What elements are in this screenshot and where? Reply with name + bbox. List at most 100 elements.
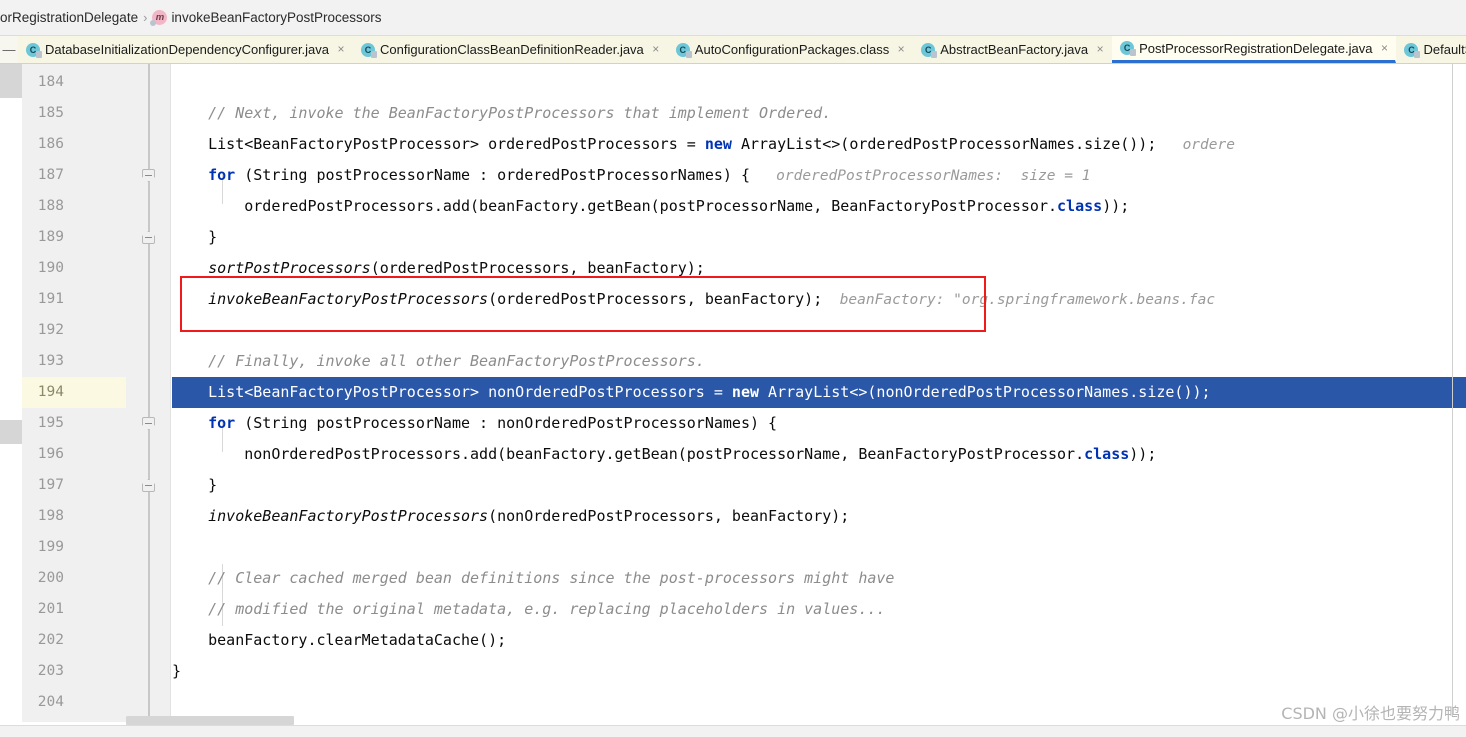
line-number[interactable]: 196 [22, 439, 126, 470]
code-token: (orderedPostProcessors, beanFactory); [370, 259, 705, 277]
fold-down-icon[interactable] [142, 169, 155, 182]
class-icon: C [1120, 41, 1137, 56]
vertical-scrollbar-thumb[interactable] [0, 64, 22, 98]
code-line[interactable]: orderedPostProcessors.add(beanFactory.ge… [172, 191, 1466, 222]
code-line[interactable]: } [172, 222, 1466, 253]
code-line[interactable]: // Finally, invoke all other BeanFactory… [172, 346, 1466, 377]
breadcrumb-item-method[interactable]: invokeBeanFactoryPostProcessors [171, 0, 381, 35]
close-icon[interactable]: × [896, 36, 906, 63]
horizontal-scrollbar[interactable] [126, 716, 1466, 725]
fold-down-icon[interactable] [142, 417, 155, 430]
code-comment: // Next, invoke the BeanFactoryPostProce… [208, 104, 832, 122]
code-line[interactable]: for (String postProcessorName : nonOrder… [172, 408, 1466, 439]
close-icon[interactable]: × [1379, 36, 1389, 62]
line-number[interactable]: 185 [22, 98, 126, 129]
line-number[interactable]: 186 [22, 129, 126, 160]
editor-tab-1[interactable]: C ConfigurationClassBeanDefinitionReader.… [353, 36, 668, 63]
code-editor[interactable]: 184 185 186 187 188 189 190 191 192 193 194 195 196 1… [0, 64, 1466, 722]
line-number[interactable]: 187 [22, 160, 126, 191]
line-number[interactable]: 193 [22, 346, 126, 377]
code-line[interactable]: List<BeanFactoryPostProcessor> orderedPo… [172, 129, 1466, 160]
code-line[interactable]: invokeBeanFactoryPostProcessors(orderedP… [172, 284, 1466, 315]
editor-tab-4[interactable]: C PostProcessorRegistrationDelegate.java × [1112, 36, 1397, 63]
line-number[interactable]: 189 [22, 222, 126, 253]
code-folding-strip[interactable] [126, 64, 171, 722]
line-number[interactable]: 197 [22, 470, 126, 501]
code-line[interactable]: invokeBeanFactoryPostProcessors(nonOrder… [172, 501, 1466, 532]
code-line[interactable]: for (String postProcessorName : orderedP… [172, 160, 1466, 191]
fold-up-icon[interactable] [142, 479, 155, 492]
code-token: )); [1102, 197, 1130, 215]
editor-tab-label: AutoConfigurationPackages.class [694, 42, 890, 57]
line-number[interactable]: 201 [22, 594, 126, 625]
code-line[interactable] [172, 532, 1466, 563]
fold-guide-line [148, 64, 150, 722]
code-line[interactable]: // Clear cached merged bean definitions … [172, 563, 1466, 594]
code-line[interactable]: beanFactory.clearMetadataCache(); [172, 625, 1466, 656]
code-line[interactable]: // modified the original metadata, e.g. … [172, 594, 1466, 625]
code-line[interactable] [172, 687, 1466, 718]
breadcrumb-item-class[interactable]: orRegistrationDelegate [0, 0, 138, 35]
code-line[interactable]: sortPostProcessors(orderedPostProcessors… [172, 253, 1466, 284]
line-number[interactable]: 192 [22, 315, 126, 346]
tab-scroll-left-button[interactable]: — [0, 36, 18, 63]
editor-tab-2[interactable]: C AutoConfigurationPackages.class × [667, 36, 914, 63]
code-comment: // modified the original metadata, e.g. … [208, 600, 886, 618]
class-icon: C [921, 42, 938, 58]
code-token: } [172, 662, 182, 680]
line-number[interactable]: 204 [22, 687, 126, 718]
horizontal-scrollbar-thumb[interactable] [126, 716, 294, 725]
line-number[interactable]: 195 [22, 408, 126, 439]
code-keyword: class [1057, 197, 1103, 215]
code-keyword: new [731, 383, 760, 401]
close-icon[interactable]: × [1095, 36, 1105, 63]
editor-tab-label: DatabaseInitializationDependencyConfigur… [45, 42, 330, 57]
code-line[interactable]: List<BeanFactoryPostProcessor> nonOrdere… [172, 377, 1466, 408]
editor-tab-5[interactable]: CDefaultSi [1396, 36, 1466, 63]
code-line[interactable] [172, 67, 1466, 98]
ide-editor-window: orRegistrationDelegate › m invokeBeanFac… [0, 0, 1466, 737]
code-method-name: invokeBeanFactoryPostProcessors [208, 507, 489, 525]
line-number[interactable]: 194 [22, 377, 126, 408]
code-token: orderedPostProcessors.add(beanFactory.ge… [244, 197, 1058, 215]
code-token: (nonOrderedPostProcessors, beanFactory); [488, 507, 850, 525]
close-icon[interactable]: × [651, 36, 661, 63]
code-token: } [208, 228, 218, 246]
class-icon: C [675, 42, 692, 58]
code-keyword: for [208, 414, 236, 432]
close-icon[interactable]: × [336, 36, 346, 63]
fold-up-icon[interactable] [142, 231, 155, 244]
code-line[interactable]: } [172, 470, 1466, 501]
line-number[interactable]: 191 [22, 284, 126, 315]
code-token: (String postProcessorName : orderedPostP… [235, 166, 750, 184]
code-content[interactable]: // Next, invoke the BeanFactoryPostProce… [172, 64, 1466, 722]
editor-tab-3[interactable]: C AbstractBeanFactory.java × [913, 36, 1113, 63]
vertical-scrollbar-marker[interactable] [0, 420, 22, 444]
line-number[interactable]: 199 [22, 532, 126, 563]
editor-tab-0[interactable]: C DatabaseInitializationDependencyConfigu… [18, 36, 354, 63]
code-token: (String postProcessorName : nonOrderedPo… [235, 414, 778, 432]
line-number[interactable]: 198 [22, 501, 126, 532]
code-line[interactable]: } [172, 656, 1466, 687]
line-number[interactable]: 200 [22, 563, 126, 594]
line-number[interactable]: 188 [22, 191, 126, 222]
status-bar [0, 725, 1466, 737]
code-token: (orderedPostProcessors, beanFactory); [488, 290, 823, 308]
vertical-scrollbar[interactable] [0, 64, 22, 722]
editor-tab-label: ConfigurationClassBeanDefinitionReader.j… [380, 42, 644, 57]
code-token: nonOrderedPostProcessors.add(beanFactory… [244, 445, 1085, 463]
code-line[interactable]: // Next, invoke the BeanFactoryPostProce… [172, 98, 1466, 129]
line-number[interactable]: 184 [22, 67, 126, 98]
code-line[interactable] [172, 315, 1466, 346]
line-number[interactable]: 202 [22, 625, 126, 656]
code-token: ArrayList<>(orderedPostProcessorNames.si… [731, 135, 1157, 153]
line-number[interactable]: 203 [22, 656, 126, 687]
code-line[interactable]: nonOrderedPostProcessors.add(beanFactory… [172, 439, 1466, 470]
code-token: } [208, 476, 218, 494]
line-number[interactable]: 190 [22, 253, 126, 284]
